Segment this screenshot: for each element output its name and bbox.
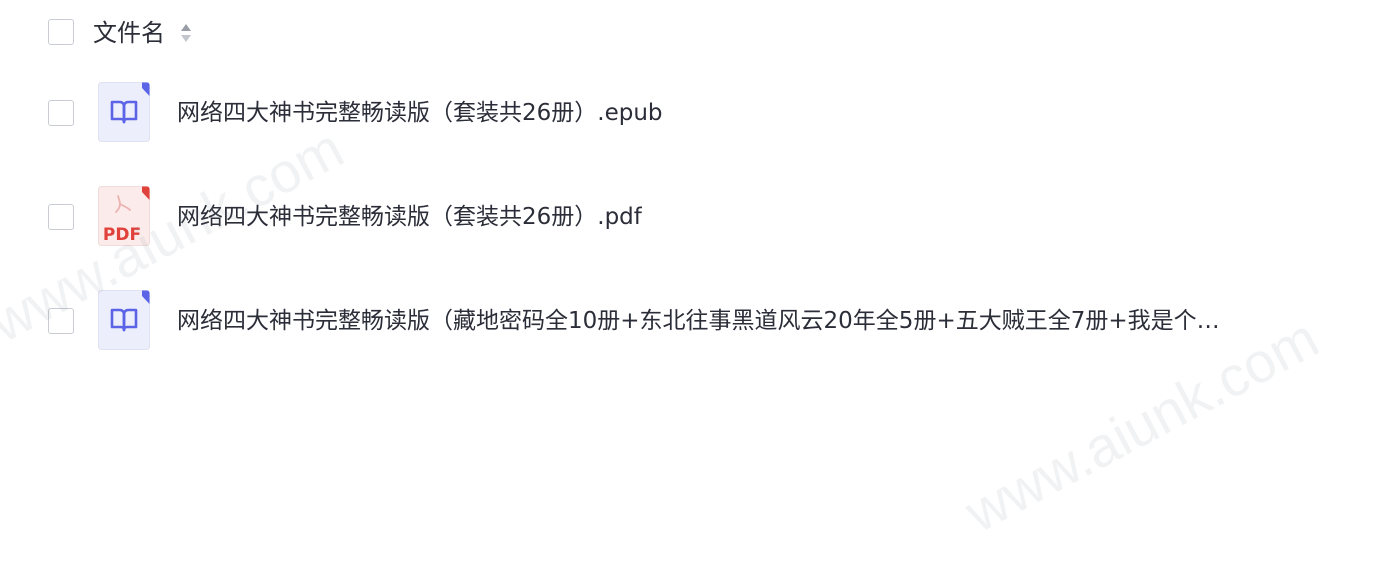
file-row[interactable]: PDF 网络四大神书完整畅读版（套装共26册）.pdf bbox=[0, 174, 1384, 254]
epub-file-icon bbox=[98, 290, 150, 350]
select-all-checkbox[interactable] bbox=[48, 19, 74, 45]
pdf-icon-label: PDF bbox=[103, 225, 141, 245]
sort-icon[interactable] bbox=[179, 20, 193, 46]
file-row-checkbox[interactable] bbox=[48, 204, 74, 230]
file-name-link[interactable]: 网络四大神书完整畅读版（套装共26册）.epub bbox=[177, 97, 663, 129]
pdf-file-icon: PDF bbox=[98, 186, 150, 246]
file-row[interactable]: 网络四大神书完整畅读版（套装共26册）.epub bbox=[0, 70, 1384, 150]
file-list: 文件名 网络四大神书完整畅读版（套装共26册）.epub PDF 网络四大神书完… bbox=[0, 0, 1384, 588]
list-header: 文件名 bbox=[0, 0, 1384, 66]
epub-file-icon bbox=[98, 82, 150, 142]
file-row-checkbox[interactable] bbox=[48, 100, 74, 126]
file-row-checkbox[interactable] bbox=[48, 308, 74, 334]
column-header-filename[interactable]: 文件名 bbox=[93, 17, 165, 49]
file-row[interactable]: 网络四大神书完整畅读版（藏地密码全10册+东北往事黑道风云20年全5册+五大贼王… bbox=[0, 278, 1384, 358]
file-name-link[interactable]: 网络四大神书完整畅读版（藏地密码全10册+东北往事黑道风云20年全5册+五大贼王… bbox=[177, 305, 1220, 337]
file-name-link[interactable]: 网络四大神书完整畅读版（套装共26册）.pdf bbox=[177, 201, 642, 233]
